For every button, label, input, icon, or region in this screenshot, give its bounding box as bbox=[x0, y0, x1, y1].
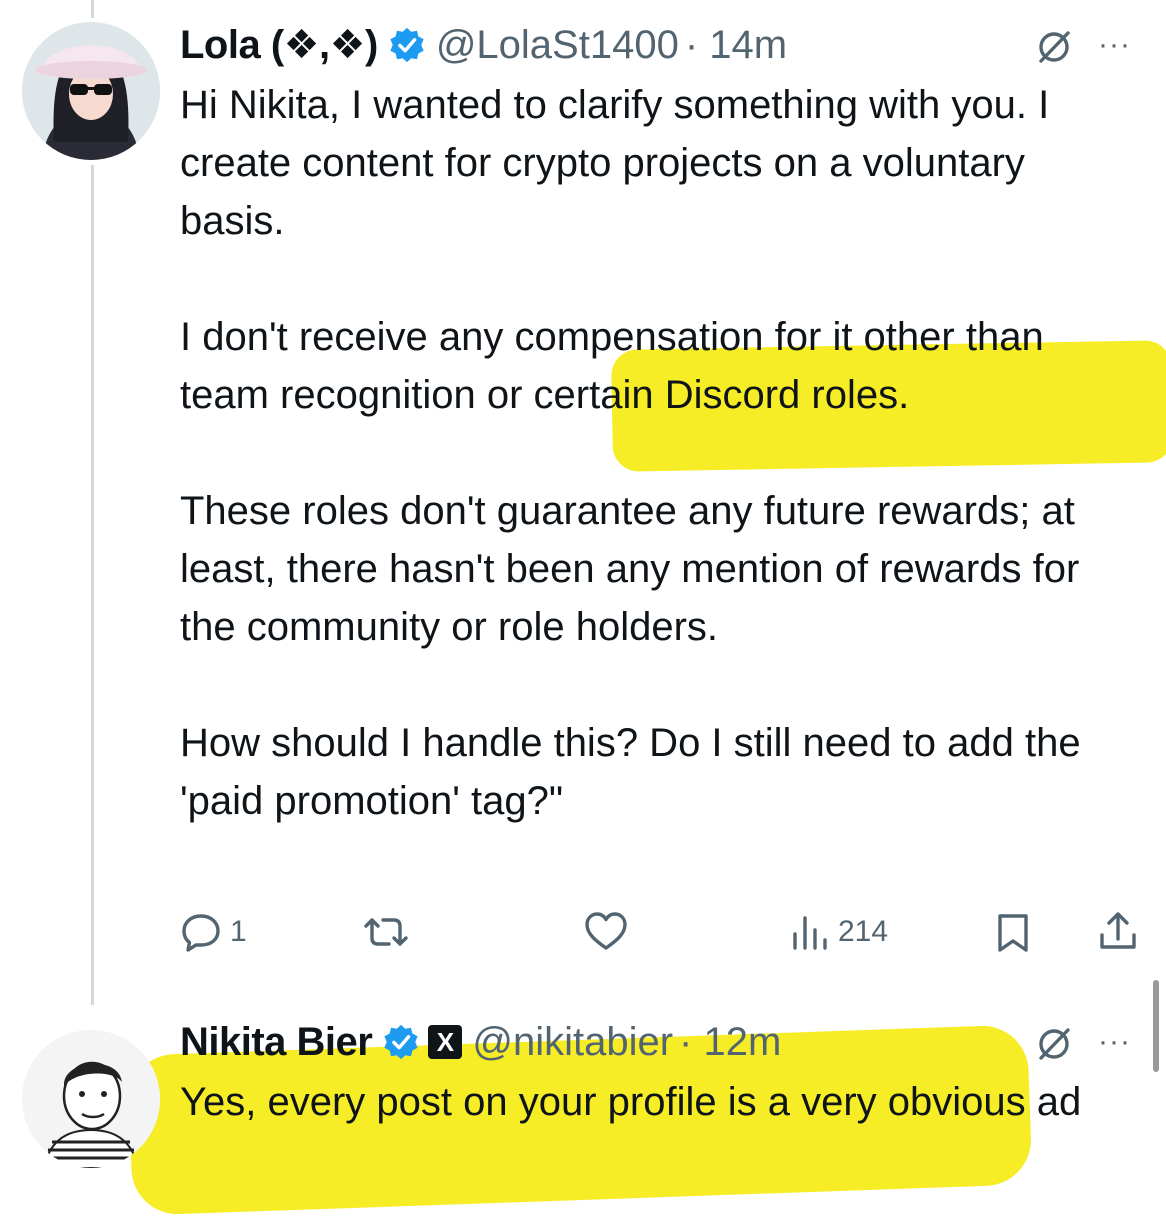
views-icon bbox=[790, 912, 830, 952]
affiliate-badge[interactable]: X bbox=[428, 1025, 463, 1059]
share-icon bbox=[1097, 909, 1139, 953]
more-icon[interactable]: ··· bbox=[1098, 1027, 1131, 1057]
bookmark-icon bbox=[993, 912, 1033, 954]
avatar[interactable] bbox=[22, 1030, 160, 1168]
share-button[interactable] bbox=[1097, 909, 1139, 953]
display-name[interactable]: Nikita Bier bbox=[180, 1020, 373, 1065]
grok-icon[interactable] bbox=[1034, 1024, 1074, 1064]
verified-badge-icon bbox=[388, 26, 426, 64]
reply-count: 1 bbox=[230, 915, 247, 948]
avatar[interactable] bbox=[22, 22, 160, 160]
tweet-text: Hi Nikita, I wanted to clarify something… bbox=[180, 83, 1081, 823]
heart-icon bbox=[583, 910, 629, 952]
verified-badge-icon bbox=[382, 1023, 420, 1061]
handle[interactable]: @LolaSt1400 bbox=[436, 23, 679, 68]
handle[interactable]: @nikitabier bbox=[472, 1020, 673, 1065]
like-button[interactable] bbox=[583, 910, 637, 952]
display-name[interactable]: Lola (❖,❖) bbox=[180, 22, 378, 68]
tweet-text: Yes, every post on your profile is a ver… bbox=[180, 1080, 1082, 1124]
timestamp[interactable]: · 14m bbox=[685, 23, 787, 68]
tweet-header: Lola (❖,❖) @LolaSt1400 · 14m bbox=[180, 20, 787, 70]
timestamp[interactable]: · 12m bbox=[679, 1020, 781, 1065]
thread-line bbox=[91, 0, 94, 18]
thread-line bbox=[91, 165, 94, 1005]
scrollbar[interactable] bbox=[1153, 980, 1159, 1072]
retweet-button[interactable] bbox=[362, 912, 418, 952]
more-icon[interactable]: ··· bbox=[1098, 30, 1131, 60]
grok-icon[interactable] bbox=[1034, 27, 1074, 67]
reply-icon bbox=[180, 912, 222, 952]
bookmark-button[interactable] bbox=[993, 912, 1033, 954]
reply-button[interactable]: 1 bbox=[180, 912, 247, 952]
tweet-header: Nikita Bier X @nikitabier · 12m bbox=[180, 1017, 781, 1067]
views-count: 214 bbox=[838, 915, 889, 948]
retweet-icon bbox=[362, 912, 410, 952]
views-button[interactable]: 214 bbox=[790, 912, 888, 952]
